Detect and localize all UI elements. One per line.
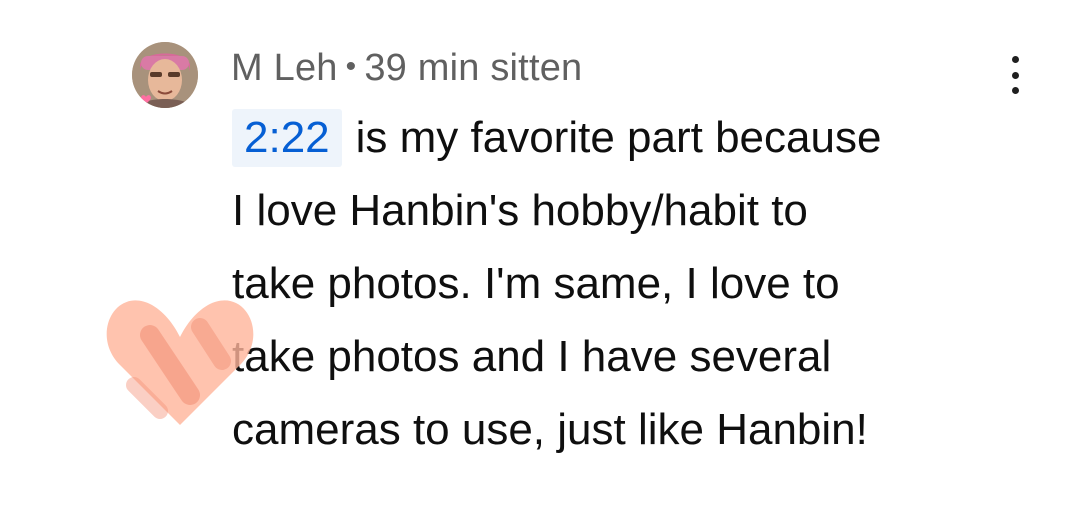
meta-separator: • [345, 50, 357, 83]
comment-item: M Leh • 39 min sitten 2:22 is my favorite… [0, 0, 1080, 505]
comment-line: cameras to use, just like Hanbin! [232, 405, 868, 454]
comment-line: 2:22 is my favorite part because [232, 101, 1052, 174]
more-vertical-icon [1011, 87, 1019, 94]
comment-line: take photos and I have several [232, 332, 832, 381]
avatar[interactable] [132, 42, 198, 108]
comment-line: take photos. I'm same, I love to [232, 259, 840, 308]
comment-meta: M Leh • 39 min sitten [231, 44, 582, 92]
comment-body: 2:22 is my favorite part because I love H… [232, 101, 1052, 466]
comment-line: I love Hanbin's hobby/habit to [232, 186, 808, 235]
more-options-button[interactable] [998, 56, 1032, 94]
author-name[interactable]: M Leh [231, 47, 338, 90]
comment-line-text: is my favorite part because [355, 113, 882, 162]
avatar-photo-icon [132, 42, 198, 108]
more-vertical-icon [1011, 56, 1019, 63]
more-vertical-icon [1011, 71, 1019, 79]
timestamp-link[interactable]: 2:22 [232, 109, 342, 167]
comment-time[interactable]: 39 min sitten [364, 47, 582, 90]
